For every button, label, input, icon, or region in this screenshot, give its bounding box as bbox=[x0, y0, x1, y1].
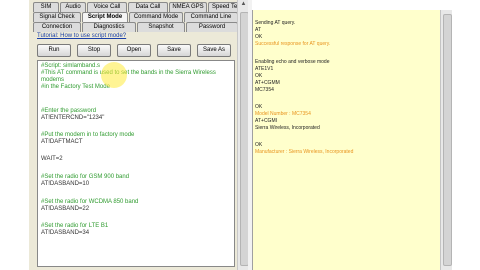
script-editor[interactable]: #Script: simlamband.s #This AT command i… bbox=[37, 60, 235, 267]
save-as-button[interactable]: Save As bbox=[197, 44, 231, 57]
tab-row-1: SIM Audio Voice Call Data Call NMEA GPS … bbox=[33, 2, 247, 12]
output-line: Manufacturer : Sierra Wireless, Incorpor… bbox=[255, 149, 354, 155]
output-line: OK bbox=[255, 104, 263, 110]
tab-password[interactable]: Password bbox=[186, 22, 238, 32]
script-line: #Enter the password bbox=[41, 108, 97, 114]
tab-command-line[interactable]: Command Line bbox=[184, 12, 238, 22]
tab-row-3: Connection Diagnostics Snapshot Password bbox=[33, 22, 239, 32]
output-line: Sending AT query. bbox=[255, 20, 296, 26]
open-button[interactable]: Open bbox=[117, 44, 151, 57]
output-console: Sending AT query. AT OK Successful respo… bbox=[252, 10, 441, 270]
tab-voice-call[interactable]: Voice Call bbox=[87, 2, 127, 12]
output-line: Model Number : MC7354 bbox=[255, 111, 311, 117]
script-line: #This AT command is used to set the band… bbox=[41, 70, 216, 76]
tab-snapshot[interactable]: Snapshot bbox=[137, 22, 185, 32]
modem-tool-window: SIM Audio Voice Call Data Call NMEA GPS … bbox=[29, 0, 246, 270]
tab-nmea-gps[interactable]: NMEA GPS bbox=[169, 2, 207, 12]
tutorial-link[interactable]: Tutorial: How to use script mode? bbox=[37, 33, 126, 39]
script-line: AT!DASBAND=10 bbox=[41, 181, 90, 187]
output-line: OK bbox=[255, 34, 263, 40]
stop-button[interactable]: Stop bbox=[77, 44, 111, 57]
output-line: Enabling echo and verbose mode bbox=[255, 59, 330, 65]
script-line: #Put the modem in to factory mode bbox=[41, 132, 135, 138]
script-line: AT!DASBAND=34 bbox=[41, 230, 90, 236]
save-button[interactable]: Save bbox=[157, 44, 191, 57]
tab-command-mode[interactable]: Command Mode bbox=[129, 12, 183, 22]
script-line: #Set the radio for LTE B1 bbox=[41, 223, 109, 229]
script-toolbar: Run Stop Open Save Save As bbox=[37, 44, 237, 57]
output-line: ATE1V1 bbox=[255, 66, 274, 72]
tab-row-2: Signal Check Script Mode Command Mode Co… bbox=[33, 12, 239, 22]
output-line: Successful response for AT query. bbox=[255, 41, 331, 47]
tab-connection[interactable]: Connection bbox=[33, 22, 81, 32]
tab-sim[interactable]: SIM bbox=[33, 2, 59, 12]
mouse-cursor-highlight bbox=[101, 62, 127, 88]
tab-signal-check[interactable]: Signal Check bbox=[33, 12, 81, 22]
script-line: AT!ENTERCND="1234" bbox=[41, 115, 105, 121]
run-button[interactable]: Run bbox=[37, 44, 71, 57]
output-line: MC7354 bbox=[255, 87, 274, 93]
output-scrollbar[interactable] bbox=[440, 10, 452, 270]
script-line: WAIT=2 bbox=[41, 156, 63, 162]
output-line: OK bbox=[255, 73, 263, 79]
scrollbar-thumb[interactable] bbox=[443, 14, 452, 266]
tab-diagnostics[interactable]: Diagnostics bbox=[82, 22, 136, 32]
tab-script-mode[interactable]: Script Mode bbox=[82, 12, 128, 22]
script-line: modems bbox=[41, 77, 65, 83]
script-line: AT!DASBAND=22 bbox=[41, 206, 90, 212]
script-line: #Set the radio for WCDMA 850 band bbox=[41, 199, 139, 205]
output-line: AT bbox=[255, 27, 262, 33]
tab-audio[interactable]: Audio bbox=[60, 2, 86, 12]
script-line: #in the Factory Test Mode bbox=[41, 84, 110, 90]
video-right-margin bbox=[451, 0, 480, 270]
output-line: Sierra Wireless, Incorporated bbox=[255, 125, 320, 131]
output-line: AT+CGMM bbox=[255, 80, 280, 86]
output-line: OK bbox=[255, 142, 263, 148]
tab-data-call[interactable]: Data Call bbox=[128, 2, 168, 12]
output-line: AT+CGMI bbox=[255, 118, 277, 124]
script-line: #Set the radio for GSM 900 band bbox=[41, 174, 130, 180]
scroll-up-icon[interactable]: ▲ bbox=[239, 0, 248, 9]
video-left-margin bbox=[0, 0, 29, 270]
script-line: AT!DAFTMACT bbox=[41, 139, 83, 145]
script-line: #Script: simlamband.s bbox=[41, 63, 101, 69]
